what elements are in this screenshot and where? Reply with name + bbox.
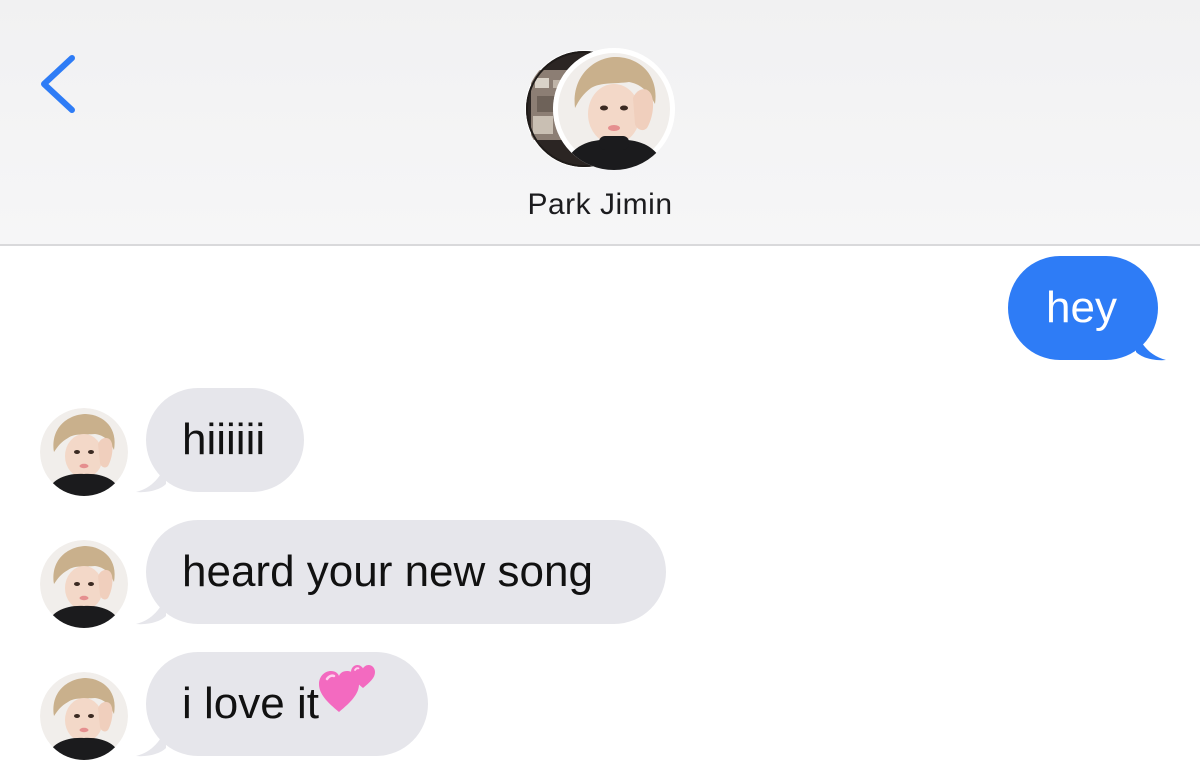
contact-name[interactable]: Park Jimin <box>400 188 800 222</box>
message-text: i love it <box>182 679 319 728</box>
back-button[interactable] <box>30 48 90 120</box>
message-text: hiiiiii <box>182 415 266 464</box>
conversation-header: Park Jimin <box>0 0 1200 246</box>
sender-avatar[interactable] <box>40 672 128 760</box>
contact-avatar <box>553 48 675 170</box>
messages-screen: Park Jimin hey hiiiiii heard your new so… <box>0 0 1200 774</box>
sender-avatar[interactable] <box>40 540 128 628</box>
chevron-left-icon <box>41 55 75 113</box>
sender-avatar[interactable] <box>40 408 128 496</box>
two-hearts-emoji <box>318 648 379 752</box>
contact-avatar-group[interactable] <box>525 48 677 170</box>
received-message-bubble[interactable]: heard your new song <box>146 520 666 624</box>
received-message-bubble[interactable]: hiiiiii <box>146 388 304 492</box>
received-message-bubble[interactable]: i love it <box>146 652 428 756</box>
message-text: hey <box>1046 283 1117 332</box>
sent-bubble-tail <box>1136 330 1166 361</box>
message-text: heard your new song <box>182 547 593 596</box>
